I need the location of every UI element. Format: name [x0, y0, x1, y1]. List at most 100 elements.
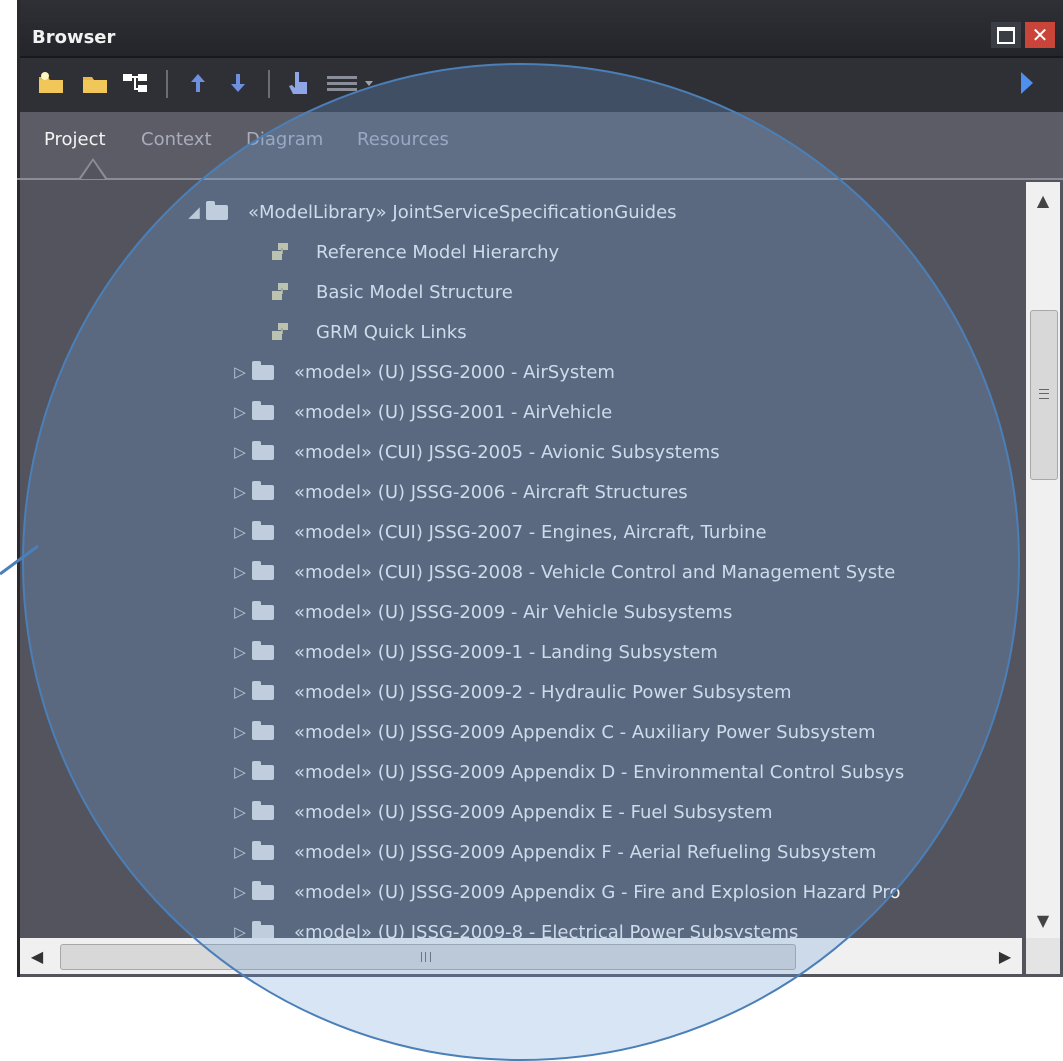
expand-icon[interactable]: ▷ [228, 843, 252, 861]
expand-icon[interactable]: ▷ [228, 363, 252, 381]
tab-diagram[interactable]: Diagram [246, 129, 323, 150]
tree-item-label: «model» (U) JSSG-2009 Appendix D - Envir… [294, 761, 905, 783]
arrow-down-icon: ▼ [1036, 910, 1050, 930]
scroll-down-button[interactable]: ▼ [1026, 902, 1060, 938]
package-folder-icon [252, 680, 280, 700]
horizontal-scroll-thumb[interactable] [60, 944, 796, 970]
tree-item-label: «model» (U) JSSG-2009-2 - Hydraulic Powe… [294, 681, 792, 703]
vertical-scroll-thumb[interactable] [1030, 310, 1058, 480]
package-folder-icon [252, 880, 280, 900]
tree-item-label: «model» (U) JSSG-2009-8 - Electrical Pow… [294, 921, 799, 939]
tab-resources[interactable]: Resources [357, 129, 449, 150]
scroll-left-button[interactable]: ◀ [20, 938, 54, 974]
tree-item-label: Basic Model Structure [316, 281, 513, 303]
project-tree: ◢ «ModelLibrary» JointServiceSpecificati… [20, 182, 1022, 938]
tree-item-label: «model» (CUI) JSSG-2007 - Engines, Aircr… [294, 521, 767, 543]
close-button[interactable]: ✕ [1025, 22, 1055, 48]
tree-item-model[interactable]: ▷ «model» (CUI) JSSG-2008 - Vehicle Cont… [228, 552, 895, 592]
package-folder-icon [252, 840, 280, 860]
package-folder-icon [252, 720, 280, 740]
dropdown-arrow-icon [365, 81, 373, 86]
active-tab-indicator [79, 158, 107, 179]
expand-icon[interactable]: ▷ [228, 483, 252, 501]
expand-icon[interactable]: ▷ [228, 683, 252, 701]
tree-item-model[interactable]: ▷ «model» (U) JSSG-2001 - AirVehicle [228, 392, 612, 432]
tree-item-label: «model» (U) JSSG-2006 - Aircraft Structu… [294, 481, 688, 503]
hierarchy-button[interactable] [120, 68, 150, 98]
tree-item-diagram[interactable]: Reference Model Hierarchy [272, 232, 559, 272]
expand-icon[interactable]: ▷ [228, 403, 252, 421]
move-up-button[interactable] [184, 68, 212, 98]
arrow-left-icon: ◀ [30, 946, 44, 966]
tree-item-model[interactable]: ▷ «model» (U) JSSG-2009 Appendix G - Fir… [228, 872, 900, 912]
expand-icon[interactable]: ▷ [228, 563, 252, 581]
move-up-icon [191, 74, 205, 92]
open-folder-button[interactable] [80, 68, 110, 98]
tree-item-label: «model» (U) JSSG-2009 Appendix F - Aeria… [294, 841, 877, 863]
collapse-icon[interactable]: ◢ [182, 203, 206, 221]
tree-item-model[interactable]: ▷ «model» (U) JSSG-2009-1 - Landing Subs… [228, 632, 718, 672]
title-bar[interactable]: Browser ✕ [20, 0, 1063, 58]
move-down-button[interactable] [224, 68, 252, 98]
tree-item-diagram[interactable]: Basic Model Structure [272, 272, 513, 312]
diagram-icon [272, 243, 300, 261]
scroll-up-button[interactable]: ▲ [1026, 182, 1060, 218]
tree-item-model[interactable]: ▷ «model» (U) JSSG-2006 - Aircraft Struc… [228, 472, 688, 512]
grip-icon [1039, 389, 1049, 399]
tree-item-model[interactable]: ▷ «model» (U) JSSG-2009-8 - Electrical P… [228, 912, 798, 938]
tree-item-diagram[interactable]: GRM Quick Links [272, 312, 467, 352]
folder-icon [83, 77, 107, 93]
hierarchy-icon [123, 74, 147, 92]
horizontal-scrollbar[interactable]: ◀ ▶ [20, 938, 1022, 974]
tree-item-label: «model» (U) JSSG-2009 Appendix G - Fire … [294, 881, 901, 903]
vertical-scrollbar[interactable]: ▲ ▼ [1026, 182, 1060, 938]
new-package-button[interactable] [36, 68, 66, 98]
tab-context[interactable]: Context [141, 129, 212, 150]
tree-item-model[interactable]: ▷ «model» (U) JSSG-2009 - Air Vehicle Su… [228, 592, 732, 632]
tree-item-label: «model» (U) JSSG-2009 Appendix C - Auxil… [294, 721, 876, 743]
tab-underline [17, 178, 1063, 180]
tree-item-label: «model» (U) JSSG-2001 - AirVehicle [294, 401, 613, 423]
toolbar-overflow-button[interactable] [1016, 68, 1038, 98]
tree-item-model[interactable]: ▷ «model» (U) JSSG-2009 Appendix E - Fue… [228, 792, 773, 832]
expand-icon[interactable]: ▷ [228, 803, 252, 821]
toolbar-dropdown[interactable] [362, 68, 376, 98]
diagram-icon [272, 323, 300, 341]
scroll-right-button[interactable]: ▶ [988, 938, 1022, 974]
tree-item-root[interactable]: ◢ «ModelLibrary» JointServiceSpecificati… [182, 192, 677, 232]
close-icon: ✕ [1031, 23, 1049, 47]
package-folder-icon [252, 520, 280, 540]
maximize-button[interactable] [991, 22, 1021, 48]
expand-icon[interactable]: ▷ [228, 723, 252, 741]
tree-item-model[interactable]: ▷ «model» (U) JSSG-2009-2 - Hydraulic Po… [228, 672, 792, 712]
tree-item-model[interactable]: ▷ «model» (U) JSSG-2009 Appendix F - Aer… [228, 832, 876, 872]
expand-icon[interactable]: ▷ [228, 603, 252, 621]
tree-item-label: Reference Model Hierarchy [316, 241, 560, 263]
select-button[interactable] [284, 68, 314, 98]
tree-item-model[interactable]: ▷ «model» (CUI) JSSG-2007 - Engines, Air… [228, 512, 767, 552]
expand-icon[interactable]: ▷ [228, 883, 252, 901]
package-folder-icon [252, 800, 280, 820]
expand-icon[interactable]: ▷ [228, 923, 252, 938]
tab-project[interactable]: Project [44, 129, 106, 150]
expand-icon[interactable]: ▷ [228, 763, 252, 781]
list-view-button[interactable] [324, 68, 360, 98]
expand-icon[interactable]: ▷ [228, 443, 252, 461]
menu-lines-icon [327, 76, 357, 91]
package-folder-icon [252, 400, 280, 420]
tree-item-model[interactable]: ▷ «model» (U) JSSG-2009 Appendix D - Env… [228, 752, 904, 792]
move-down-icon [231, 74, 245, 92]
package-folder-icon [206, 200, 234, 220]
expand-icon[interactable]: ▷ [228, 523, 252, 541]
expand-icon[interactable]: ▷ [228, 643, 252, 661]
tree-item-model[interactable]: ▷ «model» (CUI) JSSG-2005 - Avionic Subs… [228, 432, 720, 472]
grip-icon [421, 952, 431, 962]
tree-item-model[interactable]: ▷ «model» (U) JSSG-2009 Appendix C - Aux… [228, 712, 875, 752]
overflow-arrow-icon [1021, 72, 1033, 94]
tree-item-label: «model» (U) JSSG-2009 Appendix E - Fuel … [294, 801, 773, 823]
toolbar-separator [268, 70, 270, 98]
tree-item-label: GRM Quick Links [316, 321, 467, 343]
arrow-up-icon: ▲ [1036, 190, 1050, 210]
tree-item-label: «model» (CUI) JSSG-2008 - Vehicle Contro… [294, 561, 896, 583]
tree-item-model[interactable]: ▷ «model» (U) JSSG-2000 - AirSystem [228, 352, 615, 392]
